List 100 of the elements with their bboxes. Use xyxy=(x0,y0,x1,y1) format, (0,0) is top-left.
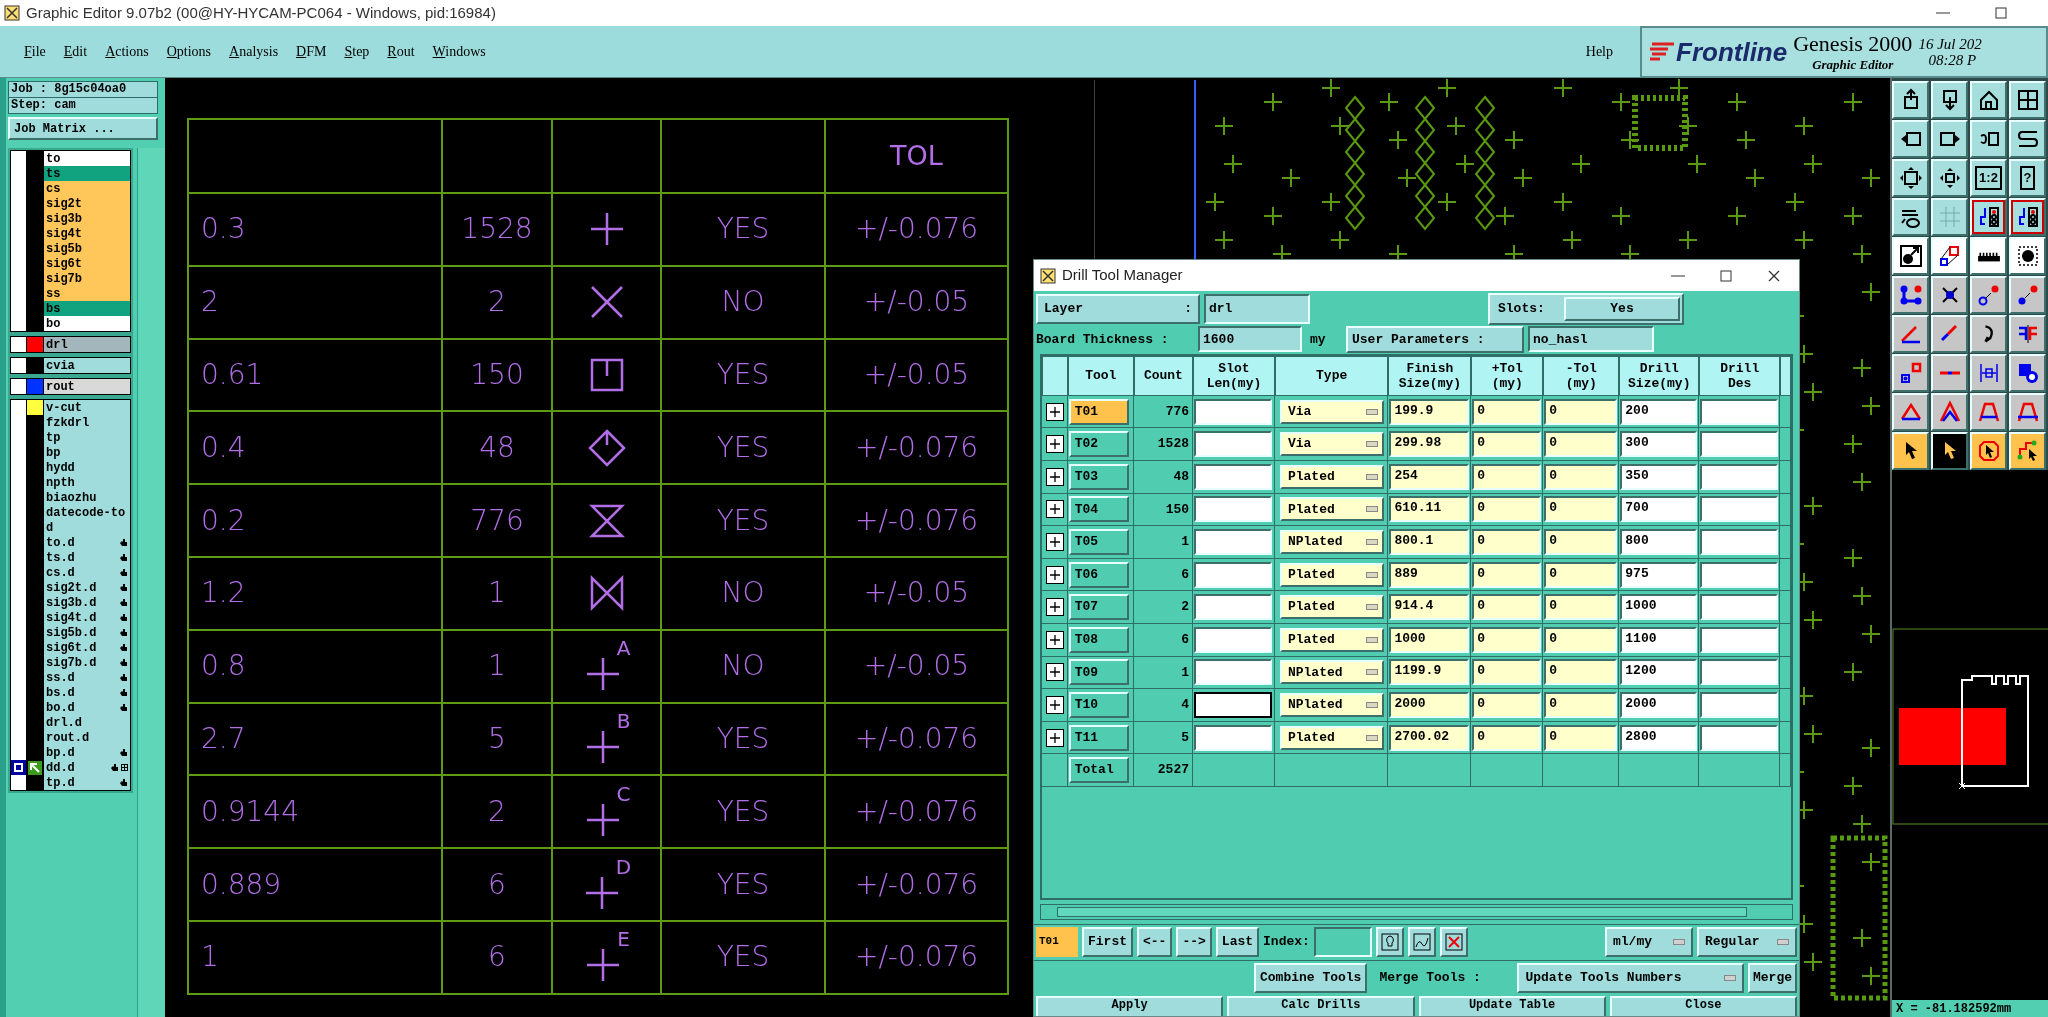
plus-tolerance-field[interactable]: 0 xyxy=(1472,659,1542,686)
layer-row[interactable]: bo.d xyxy=(43,700,130,715)
nav-button[interactable]: <-- xyxy=(1137,926,1173,957)
finish-size-field[interactable]: 800.1 xyxy=(1389,529,1470,555)
type-dropdown[interactable]: NPlated xyxy=(1279,693,1384,717)
layer-row[interactable]: bs xyxy=(43,301,130,316)
thickness-field[interactable]: 1600 xyxy=(1198,326,1302,353)
tool-button[interactable]: T07 xyxy=(1068,594,1129,621)
drill-description-field[interactable] xyxy=(1700,463,1779,490)
finish-size-field[interactable]: 2700.02 xyxy=(1389,724,1470,751)
expand-button[interactable] xyxy=(1046,533,1064,551)
tool-button[interactable]: T10 xyxy=(1068,692,1129,718)
menu-item[interactable]: Windows xyxy=(432,41,486,62)
drill-size-field[interactable]: 2800 xyxy=(1620,724,1698,751)
layer-row[interactable]: sig4t.d xyxy=(43,610,130,625)
layer-row[interactable]: bp xyxy=(43,445,130,460)
plus-tolerance-field[interactable]: 0 xyxy=(1472,561,1542,588)
plus-tolerance-field[interactable]: 0 xyxy=(1472,692,1542,718)
slot-length-field[interactable] xyxy=(1194,692,1273,718)
tool-button[interactable] xyxy=(1931,159,1968,197)
mode-dropdown[interactable]: Regular xyxy=(1697,926,1797,957)
layer-row[interactable]: sig3b xyxy=(43,211,130,226)
layer-row[interactable]: biaozhu xyxy=(43,490,130,505)
drill-description-field[interactable] xyxy=(1700,724,1779,751)
layer-row[interactable]: cs xyxy=(43,181,130,196)
minus-tolerance-field[interactable]: 0 xyxy=(1544,594,1618,621)
tool-button[interactable] xyxy=(1892,81,1929,119)
action-button[interactable]: Close xyxy=(1609,996,1797,1016)
tool-button[interactable]: ? xyxy=(2009,159,2046,197)
layer-row[interactable]: to.d xyxy=(43,535,130,550)
drill-size-field[interactable]: 200 xyxy=(1620,398,1698,425)
finish-size-field[interactable]: 299.98 xyxy=(1389,431,1470,458)
layer-row[interactable]: ss.d xyxy=(43,670,130,685)
expand-button[interactable] xyxy=(1046,598,1064,617)
expand-button[interactable] xyxy=(1046,696,1064,714)
drill-description-field[interactable] xyxy=(1700,594,1779,621)
finish-size-field[interactable]: 1199.9 xyxy=(1389,659,1470,686)
drill-size-field[interactable]: 300 xyxy=(1620,431,1698,458)
slot-length-field[interactable] xyxy=(1194,398,1273,425)
layer-checkbox[interactable] xyxy=(11,337,27,352)
drill-description-field[interactable] xyxy=(1700,659,1779,686)
layer-row[interactable]: sig2t xyxy=(43,196,130,211)
layer-checkbox[interactable] xyxy=(11,379,27,394)
menu-item[interactable]: Options xyxy=(166,41,212,62)
slot-length-field[interactable] xyxy=(1194,659,1273,686)
drill-size-field[interactable]: 700 xyxy=(1620,496,1698,523)
slot-length-field[interactable] xyxy=(1194,431,1273,458)
tool-button[interactable] xyxy=(2009,354,2046,392)
slot-length-field[interactable] xyxy=(1194,594,1273,621)
tool-button[interactable] xyxy=(1892,120,1929,158)
menu-item[interactable]: Edit xyxy=(63,41,88,62)
layer-checkbox[interactable] xyxy=(11,151,27,166)
layer-row[interactable]: sig2t.d xyxy=(43,580,130,595)
layer-checkbox[interactable] xyxy=(11,358,27,373)
plus-tolerance-field[interactable]: 0 xyxy=(1472,724,1542,751)
menu-item[interactable]: Actions xyxy=(105,41,149,62)
type-dropdown[interactable]: NPlated xyxy=(1279,660,1384,685)
tool-button[interactable] xyxy=(1892,315,1929,353)
tool-button[interactable]: T08 xyxy=(1068,626,1129,653)
tool-button[interactable] xyxy=(1892,198,1929,236)
layer-checkbox[interactable] xyxy=(11,775,27,790)
plus-tolerance-field[interactable]: 0 xyxy=(1472,626,1542,653)
nav-button[interactable]: --> xyxy=(1176,926,1212,957)
tool-button[interactable] xyxy=(1931,432,1968,470)
tool-button[interactable] xyxy=(1970,393,2007,431)
tool-button[interactable] xyxy=(1892,432,1929,470)
layer-row[interactable]: tp xyxy=(43,430,130,445)
layer-row[interactable]: sig4t xyxy=(43,226,130,241)
layer-row[interactable]: rout xyxy=(43,379,130,394)
index-field[interactable] xyxy=(1313,926,1372,957)
layer-row[interactable]: ts.d xyxy=(43,550,130,565)
finish-size-field[interactable]: 889 xyxy=(1389,561,1470,588)
layer-row[interactable]: ts xyxy=(43,166,130,181)
menu-item[interactable]: DFM xyxy=(296,41,327,62)
tool-button[interactable]: T04 xyxy=(1068,496,1129,523)
slot-length-field[interactable] xyxy=(1194,626,1273,653)
drill-description-field[interactable] xyxy=(1700,692,1779,718)
drill-size-field[interactable]: 1000 xyxy=(1620,594,1698,621)
minus-tolerance-field[interactable]: 0 xyxy=(1544,659,1618,686)
help-menu[interactable]: Help xyxy=(1585,41,1613,62)
tool-button[interactable]: T01 xyxy=(1068,398,1129,425)
drill-description-field[interactable] xyxy=(1700,561,1779,588)
icon-button[interactable] xyxy=(1375,926,1404,957)
minus-tolerance-field[interactable]: 0 xyxy=(1544,463,1618,490)
merge-button[interactable]: Merge xyxy=(1748,962,1797,993)
drill-size-field[interactable]: 800 xyxy=(1620,529,1698,555)
layer-row[interactable]: cs.d xyxy=(43,565,130,580)
slot-length-field[interactable] xyxy=(1194,529,1273,555)
tool-button[interactable] xyxy=(1931,276,1968,314)
tool-button[interactable] xyxy=(1892,354,1929,392)
drill-description-field[interactable] xyxy=(1700,529,1779,555)
drill-size-field[interactable]: 350 xyxy=(1620,463,1698,490)
layer-row[interactable]: rout.d xyxy=(43,730,130,745)
layer-row[interactable]: sig7b.d xyxy=(43,655,130,670)
finish-size-field[interactable]: 610.11 xyxy=(1389,496,1470,523)
tool-button[interactable] xyxy=(1931,393,1968,431)
layer-row[interactable]: bp.d xyxy=(43,745,130,760)
drill-description-field[interactable] xyxy=(1700,496,1779,523)
minus-tolerance-field[interactable]: 0 xyxy=(1544,724,1618,751)
drill-size-field[interactable]: 2000 xyxy=(1620,692,1698,718)
